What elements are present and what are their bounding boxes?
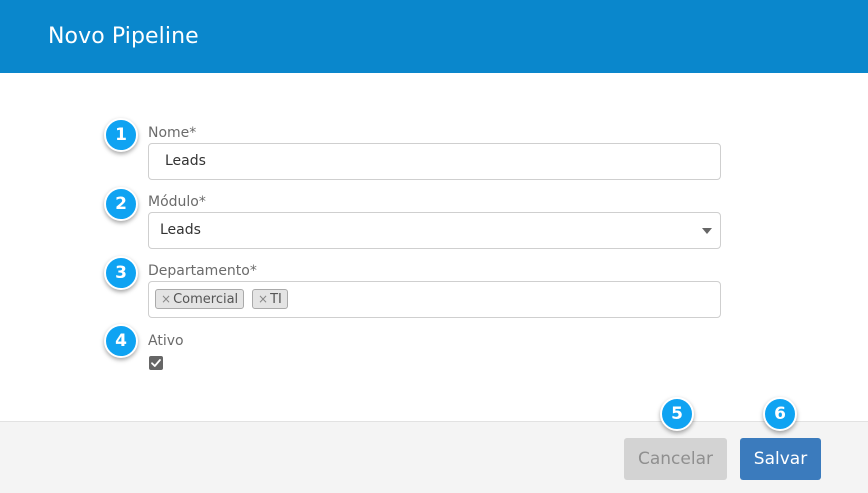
close-icon[interactable]: × (161, 292, 171, 306)
departamento-label: Departamento* (148, 263, 257, 279)
nome-input-value: Leads (165, 153, 206, 169)
step-badge-5: 5 (660, 397, 694, 431)
step-badge-2: 2 (104, 187, 138, 221)
ativo-checkbox[interactable] (149, 356, 163, 370)
step-badge-1: 1 (104, 118, 138, 152)
tag-comercial: × Comercial (155, 289, 245, 309)
dialog-title: Novo Pipeline (48, 24, 199, 49)
close-icon[interactable]: × (258, 292, 268, 306)
modulo-label: Módulo* (148, 194, 206, 210)
modulo-select[interactable]: Leads (148, 212, 721, 249)
check-icon (151, 359, 161, 367)
tag-label: TI (270, 291, 282, 307)
modulo-select-value: Leads (160, 222, 201, 238)
ativo-label: Ativo (148, 333, 184, 349)
cancel-button[interactable]: Cancelar (624, 438, 727, 480)
dialog-footer: Cancelar Salvar (0, 421, 868, 493)
step-badge-3: 3 (104, 256, 138, 290)
tag-ti: × TI (252, 289, 288, 309)
chevron-down-icon[interactable] (702, 228, 712, 234)
step-badge-6: 6 (763, 397, 797, 431)
nome-label: Nome* (148, 125, 197, 141)
save-button[interactable]: Salvar (740, 438, 821, 480)
departamento-multiselect[interactable]: × Comercial × TI (148, 281, 721, 318)
step-badge-4: 4 (104, 324, 138, 358)
nome-input[interactable]: Leads (148, 143, 721, 180)
tag-label: Comercial (173, 291, 239, 307)
dialog-header: Novo Pipeline (0, 0, 868, 73)
